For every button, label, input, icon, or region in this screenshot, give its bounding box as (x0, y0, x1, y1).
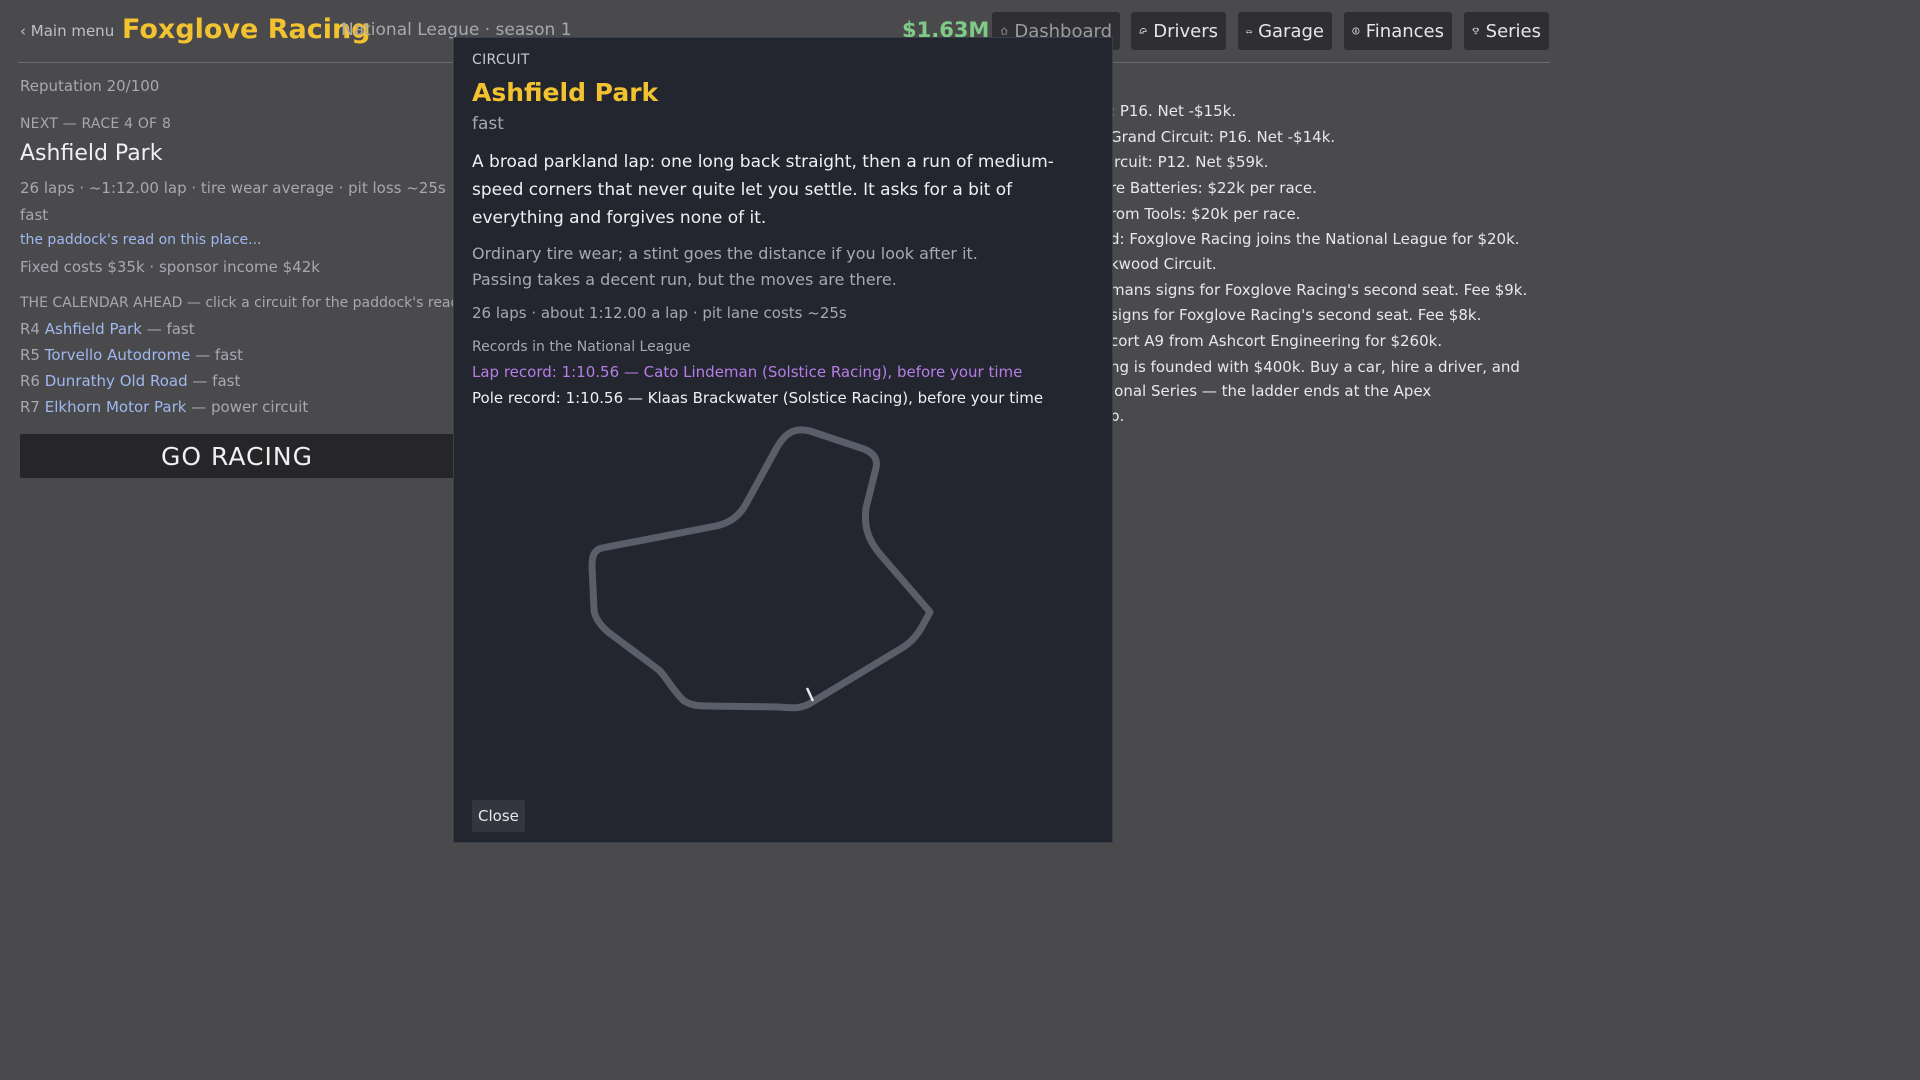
log-entry: mans signs for Foxglove Racing's second … (1110, 281, 1528, 299)
pole-record: Pole record: 1:10.56 — Klaas Brackwater … (472, 389, 1044, 407)
dialog-kicker: CIRCUIT (472, 52, 530, 68)
tire-wear-note: Ordinary tire wear; a stint goes the dis… (472, 244, 978, 263)
costs-summary: Fixed costs $35k · sponsor income $42k (20, 258, 320, 276)
nav-series-button[interactable]: Series (1464, 12, 1549, 50)
nav-drivers-label: Drivers (1153, 20, 1218, 42)
log-entry: re Batteries: $22k per race. (1110, 179, 1317, 197)
records-label: Records in the National League (472, 339, 691, 355)
log-entry: ng is founded with $400k. Buy a car, hir… (1110, 358, 1520, 376)
paddock-read-link[interactable]: the paddock's read on this place... (20, 232, 262, 248)
calendar-row: R4 Ashfield Park — fast (20, 320, 195, 338)
helmet-icon (1139, 28, 1147, 34)
passing-note: Passing takes a decent run, but the move… (472, 270, 897, 289)
start-finish-line (805, 687, 815, 702)
log-entry: signs for Foxglove Racing's second seat.… (1110, 306, 1482, 324)
log-entry: kwood Circuit. (1110, 255, 1217, 273)
next-race-label: NEXT — RACE 4 OF 8 (20, 116, 172, 132)
lap-record: Lap record: 1:10.56 — Cato Lindeman (Sol… (472, 363, 1023, 381)
next-race-stats: 26 laps · ~1:12.00 lap · tire wear avera… (20, 179, 446, 197)
calendar-row: R7 Elkhorn Motor Park — power circuit (20, 398, 308, 416)
next-circuit-type: fast (20, 206, 49, 224)
calendar-round: R6 (20, 372, 40, 390)
calendar-round: R5 (20, 346, 40, 364)
log-entry: ircuit: P12. Net $59k. (1110, 153, 1269, 171)
calendar-round: R7 (20, 398, 40, 416)
nav-garage-label: Garage (1258, 20, 1324, 42)
log-entry: cort A9 from Ashcort Engineering for $26… (1110, 332, 1443, 350)
circuit-stats: 26 laps · about 1:12.00 a lap · pit lane… (472, 304, 847, 322)
dialog-title: Ashfield Park (472, 78, 659, 107)
nav-finances-button[interactable]: Finances (1344, 12, 1452, 50)
log-entry: ; P16. Net -$15k. (1110, 102, 1237, 120)
nav-drivers-button[interactable]: Drivers (1131, 12, 1226, 50)
calendar-round: R4 (20, 320, 40, 338)
calendar-circuit-type: — fast (195, 346, 244, 364)
log-entry: d: Foxglove Racing joins the National Le… (1110, 230, 1520, 248)
team-name: Foxglove Racing (122, 14, 371, 45)
log-entry: ional Series — the ladder ends at the Ap… (1110, 382, 1432, 400)
calendar-circuit-link[interactable]: Torvello Autodrome (45, 346, 191, 364)
log-entry: Grand Circuit: P16. Net -$14k. (1110, 128, 1336, 146)
calendar-circuit-link[interactable]: Elkhorn Motor Park (45, 398, 187, 416)
log-entry: rom Tools: $20k per race. (1110, 205, 1301, 223)
calendar-circuit-link[interactable]: Dunrathy Old Road (45, 372, 188, 390)
calendar-label: THE CALENDAR AHEAD — click a circuit for… (20, 295, 454, 311)
track-outline (588, 426, 934, 712)
nav-series-label: Series (1485, 20, 1541, 42)
go-racing-button[interactable]: GO RACING (20, 434, 454, 478)
calendar-row: R6 Dunrathy Old Road — fast (20, 372, 240, 390)
calendar-row: R5 Torvello Autodrome — fast (20, 346, 243, 364)
circuit-type: fast (472, 114, 504, 134)
car-icon (1246, 30, 1252, 34)
calendar-circuit-link[interactable]: Ashfield Park (45, 320, 142, 338)
close-button[interactable]: Close (472, 800, 525, 832)
main-menu-link[interactable]: ‹ Main menu (20, 22, 114, 40)
reputation: Reputation 20/100 (20, 77, 160, 95)
circuit-dialog: CIRCUIT Ashfield Park fast A broad parkl… (453, 37, 1113, 843)
circuit-description: A broad parkland lap: one long back stra… (472, 152, 1054, 228)
coin-icon (1352, 27, 1360, 35)
nav-garage-button[interactable]: Garage (1238, 12, 1332, 50)
calendar-circuit-type: — fast (192, 372, 241, 390)
trophy-icon (1472, 27, 1479, 35)
next-circuit-name: Ashfield Park (20, 141, 163, 166)
nav-finances-label: Finances (1365, 20, 1444, 42)
calendar-circuit-type: — power circuit (191, 398, 309, 416)
calendar-circuit-type: — fast (146, 320, 195, 338)
